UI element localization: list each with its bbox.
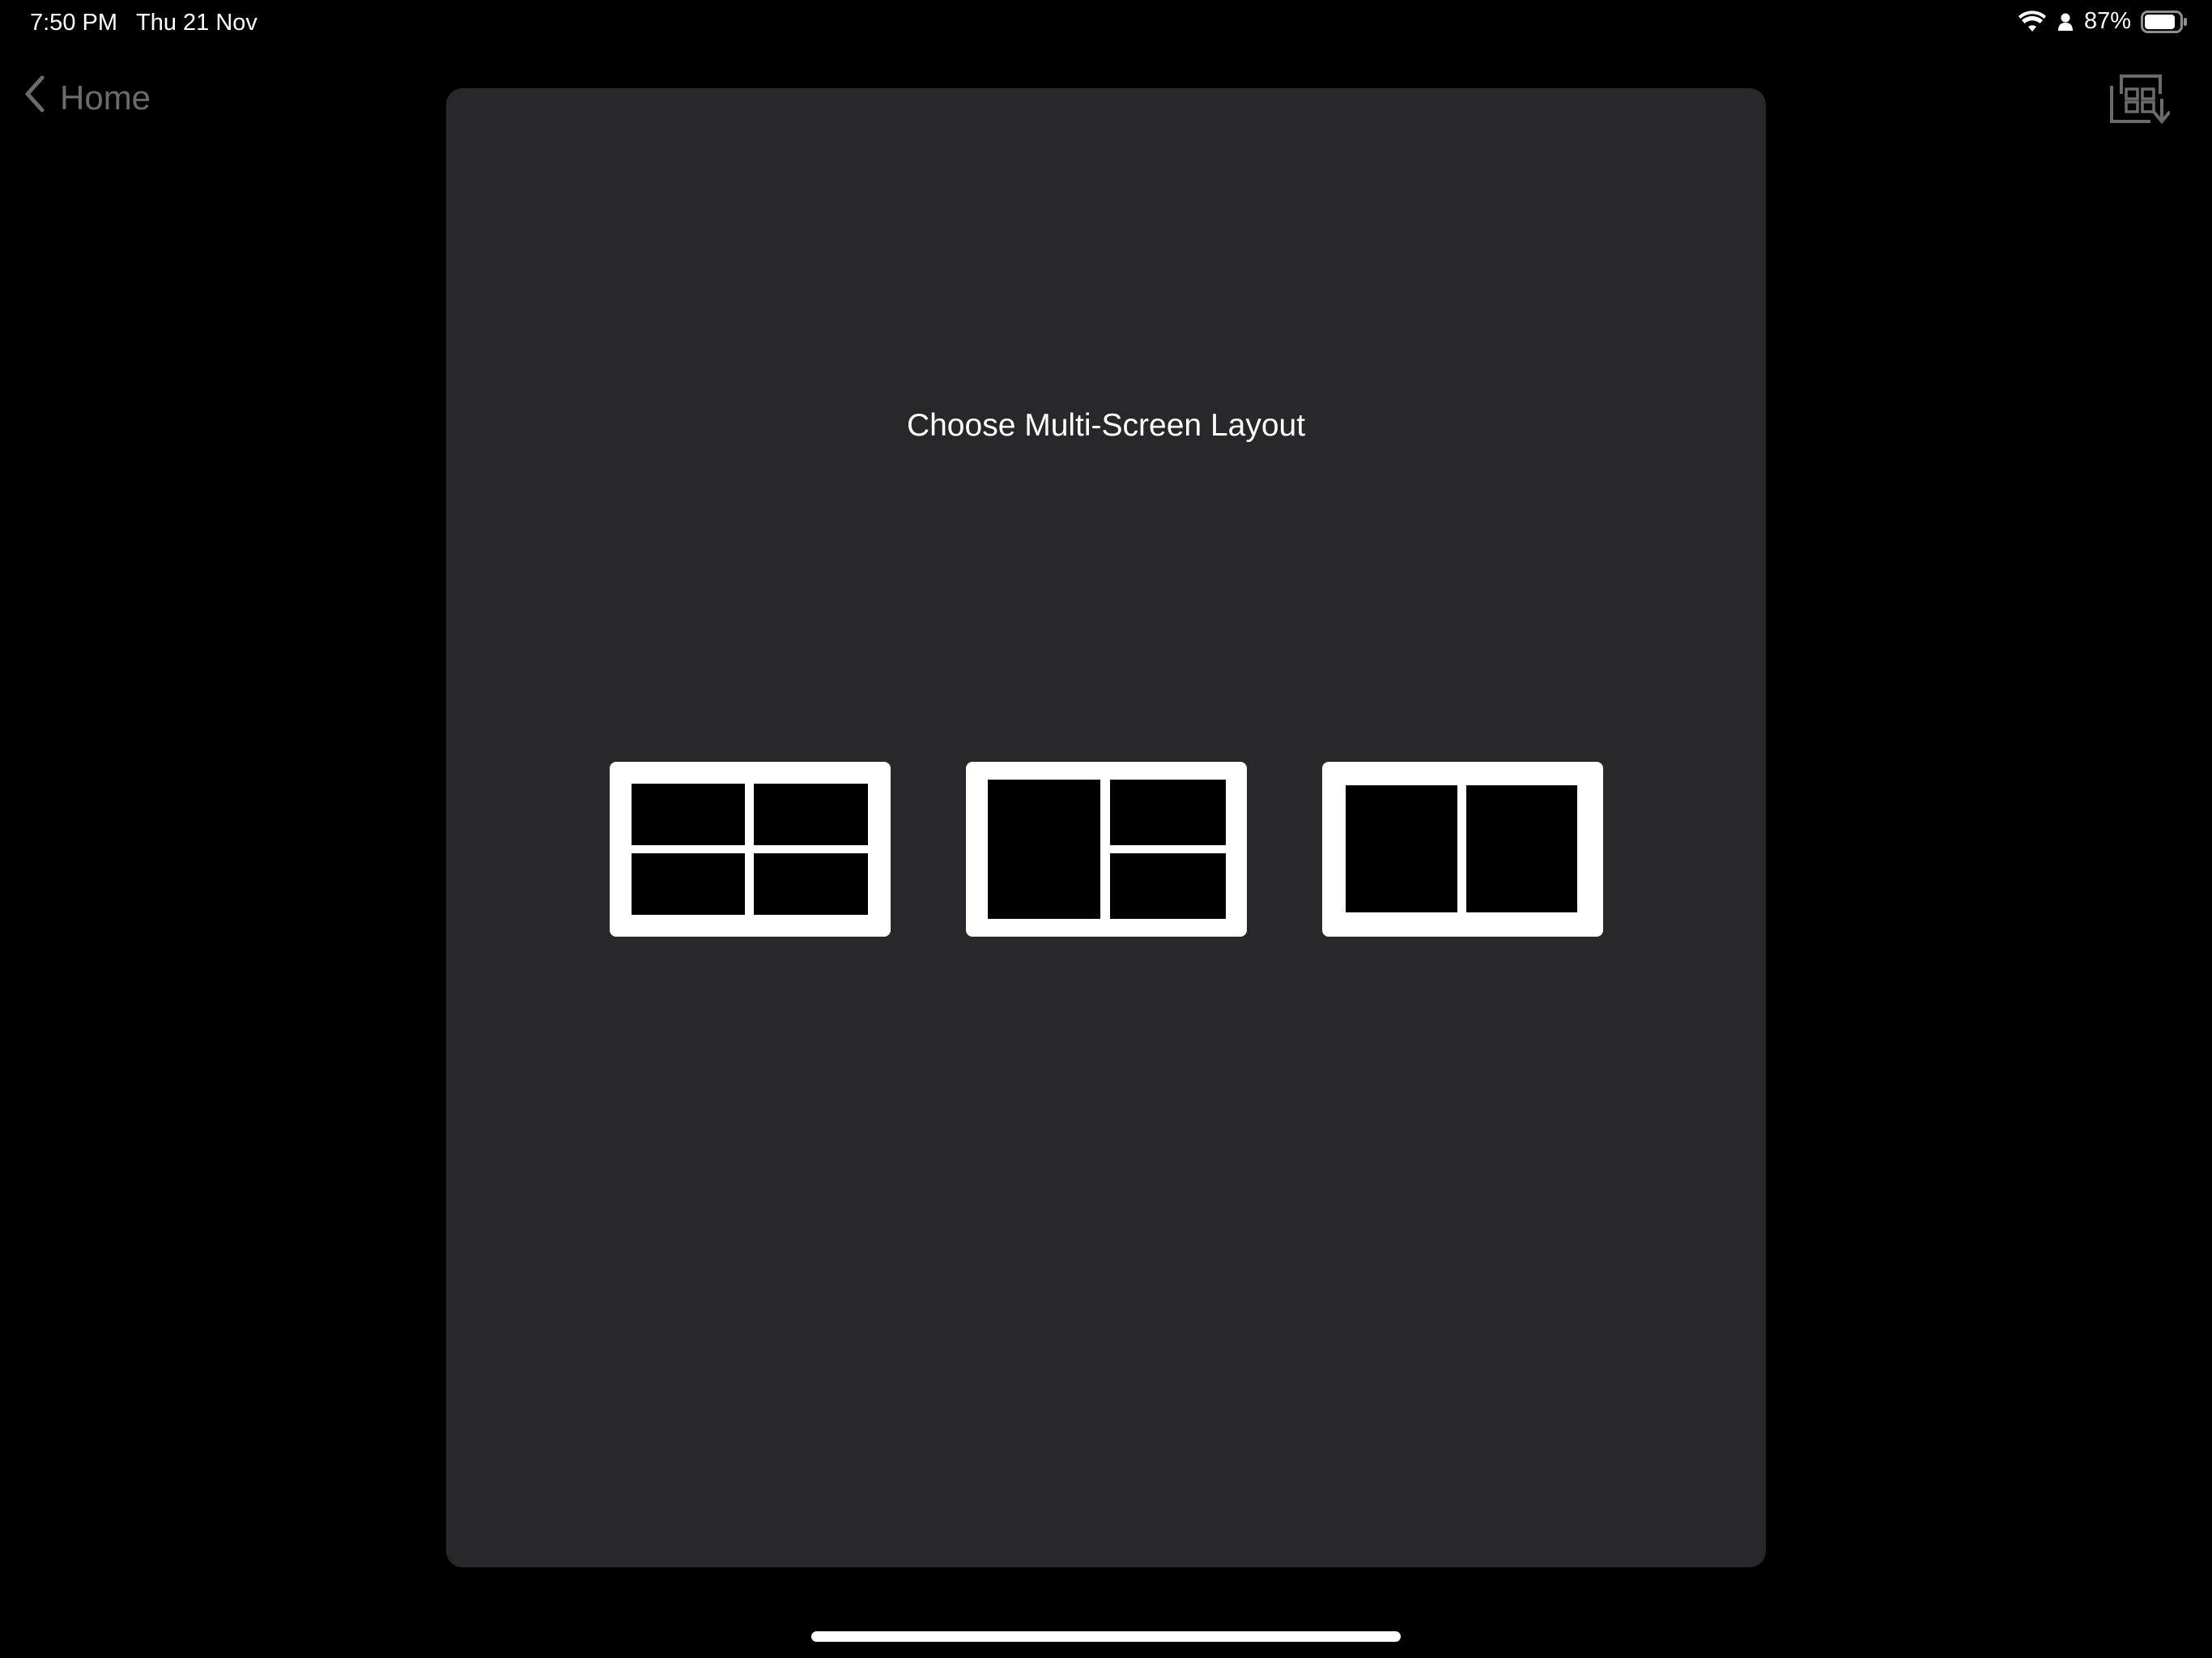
layout-picker-sheet: Choose Multi-Screen Layout bbox=[446, 88, 1766, 1567]
pane-right bbox=[1466, 785, 1577, 912]
layout-swap-icon bbox=[2104, 74, 2172, 131]
two-pane-layout-button[interactable] bbox=[1322, 762, 1603, 937]
screen: 7:50 PM Thu 21 Nov 87% Home Choose Multi… bbox=[0, 0, 2212, 1658]
pane-left bbox=[988, 780, 1100, 919]
home-indicator[interactable] bbox=[811, 1631, 1401, 1642]
status-date: Thu 21 Nov bbox=[136, 10, 257, 36]
pane-right-bottom bbox=[1110, 853, 1226, 919]
pane-bottom-right bbox=[754, 853, 868, 915]
pane-right-top bbox=[1110, 780, 1226, 845]
back-button[interactable]: Home bbox=[24, 74, 151, 121]
chevron-left-icon bbox=[24, 74, 45, 121]
layout-swap-button[interactable] bbox=[2104, 70, 2172, 131]
back-label: Home bbox=[60, 79, 151, 117]
pane-top-left bbox=[632, 784, 745, 845]
pane-top-right bbox=[754, 784, 868, 845]
status-time: 7:50 PM bbox=[30, 10, 117, 36]
four-pane-layout-button[interactable] bbox=[610, 762, 891, 937]
pane-bottom-left bbox=[632, 853, 745, 915]
battery-percent: 87% bbox=[2083, 8, 2131, 34]
sheet-title: Choose Multi-Screen Layout bbox=[906, 408, 1306, 443]
status-indicators: 87% bbox=[2018, 8, 2188, 35]
status-bar: 7:50 PM Thu 21 Nov 87% bbox=[0, 0, 2212, 49]
person-icon bbox=[2057, 11, 2074, 32]
pane-left bbox=[1346, 785, 1457, 912]
battery-icon bbox=[2141, 10, 2188, 33]
wifi-icon bbox=[2018, 10, 2047, 33]
one-plus-two-layout-button[interactable] bbox=[966, 762, 1247, 937]
